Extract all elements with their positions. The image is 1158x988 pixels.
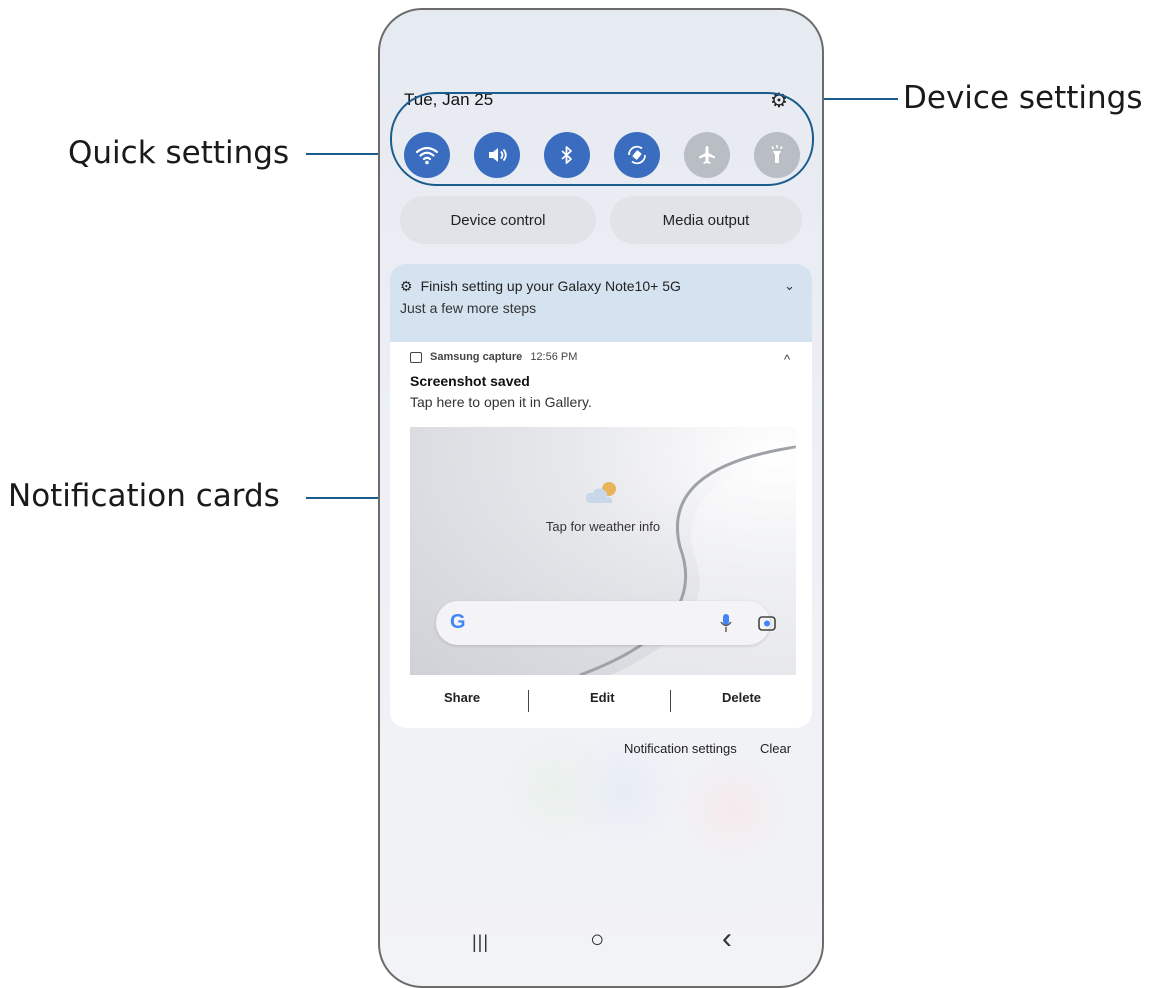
clear-button[interactable]: Clear	[760, 741, 791, 756]
notification-app-row: Samsung capture 12:56 PM	[410, 351, 577, 363]
expand-chevron-icon[interactable]: ⌄	[784, 278, 795, 294]
airplane-mode-toggle[interactable]	[684, 132, 730, 178]
wifi-toggle[interactable]	[404, 132, 450, 178]
back-button[interactable]: ‹	[722, 922, 732, 956]
home-button[interactable]: ○	[590, 926, 605, 954]
setup-notification-title: ⚙ Finish setting up your Galaxy Note10+ 5…	[400, 278, 681, 294]
auto-rotate-toggle[interactable]	[614, 132, 660, 178]
airplane-mode-icon	[699, 146, 715, 164]
notification-app-name: Samsung capture	[430, 351, 523, 363]
notification-actions: Share Edit Delete	[410, 690, 796, 714]
flashlight-toggle[interactable]	[754, 132, 800, 178]
bluetooth-toggle[interactable]	[544, 132, 590, 178]
auto-rotate-icon	[628, 145, 646, 165]
setup-notification-subtitle: Just a few more steps	[400, 300, 537, 316]
flashlight-icon	[771, 145, 783, 163]
notification-time: 12:56 PM	[530, 351, 578, 363]
notification-title: Screenshot saved	[410, 373, 530, 389]
microphone-icon	[720, 614, 732, 632]
collapse-chevron-icon[interactable]: ^	[784, 352, 790, 367]
phone-screen: Tue, Jan 25 ⚙ Device control Media outpu…	[378, 8, 824, 988]
gear-icon: ⚙	[400, 278, 413, 294]
device-control-button[interactable]: Device control	[400, 196, 596, 244]
notification-cards-callout: Notification cards	[8, 478, 280, 514]
notification-settings-button[interactable]: Notification settings	[624, 741, 737, 756]
weather-prompt: Tap for weather info	[545, 519, 661, 534]
media-output-button[interactable]: Media output	[610, 196, 802, 244]
recents-button[interactable]: |||	[472, 932, 489, 953]
device-settings-callout: Device settings	[903, 80, 1143, 116]
share-button[interactable]: Share	[444, 690, 480, 705]
gallery-icon	[410, 351, 422, 363]
quick-settings-panel	[404, 132, 804, 178]
lens-camera-icon	[758, 616, 776, 631]
bluetooth-icon	[561, 146, 572, 164]
weather-icon	[585, 482, 616, 503]
quick-settings-callout-line	[306, 153, 388, 155]
google-search-bar: G	[436, 601, 776, 645]
sound-icon	[489, 148, 507, 162]
google-logo: G	[450, 611, 466, 633]
notification-subtitle: Tap here to open it in Gallery.	[410, 394, 592, 410]
action-divider	[670, 690, 671, 712]
quick-settings-callout: Quick settings	[68, 135, 290, 171]
wifi-icon	[415, 146, 439, 165]
screenshot-preview[interactable]: Tap for weather info G	[410, 427, 796, 675]
sound-toggle[interactable]	[474, 132, 520, 178]
edit-button[interactable]: Edit	[590, 690, 615, 705]
delete-button[interactable]: Delete	[722, 690, 761, 705]
action-divider	[528, 690, 529, 712]
